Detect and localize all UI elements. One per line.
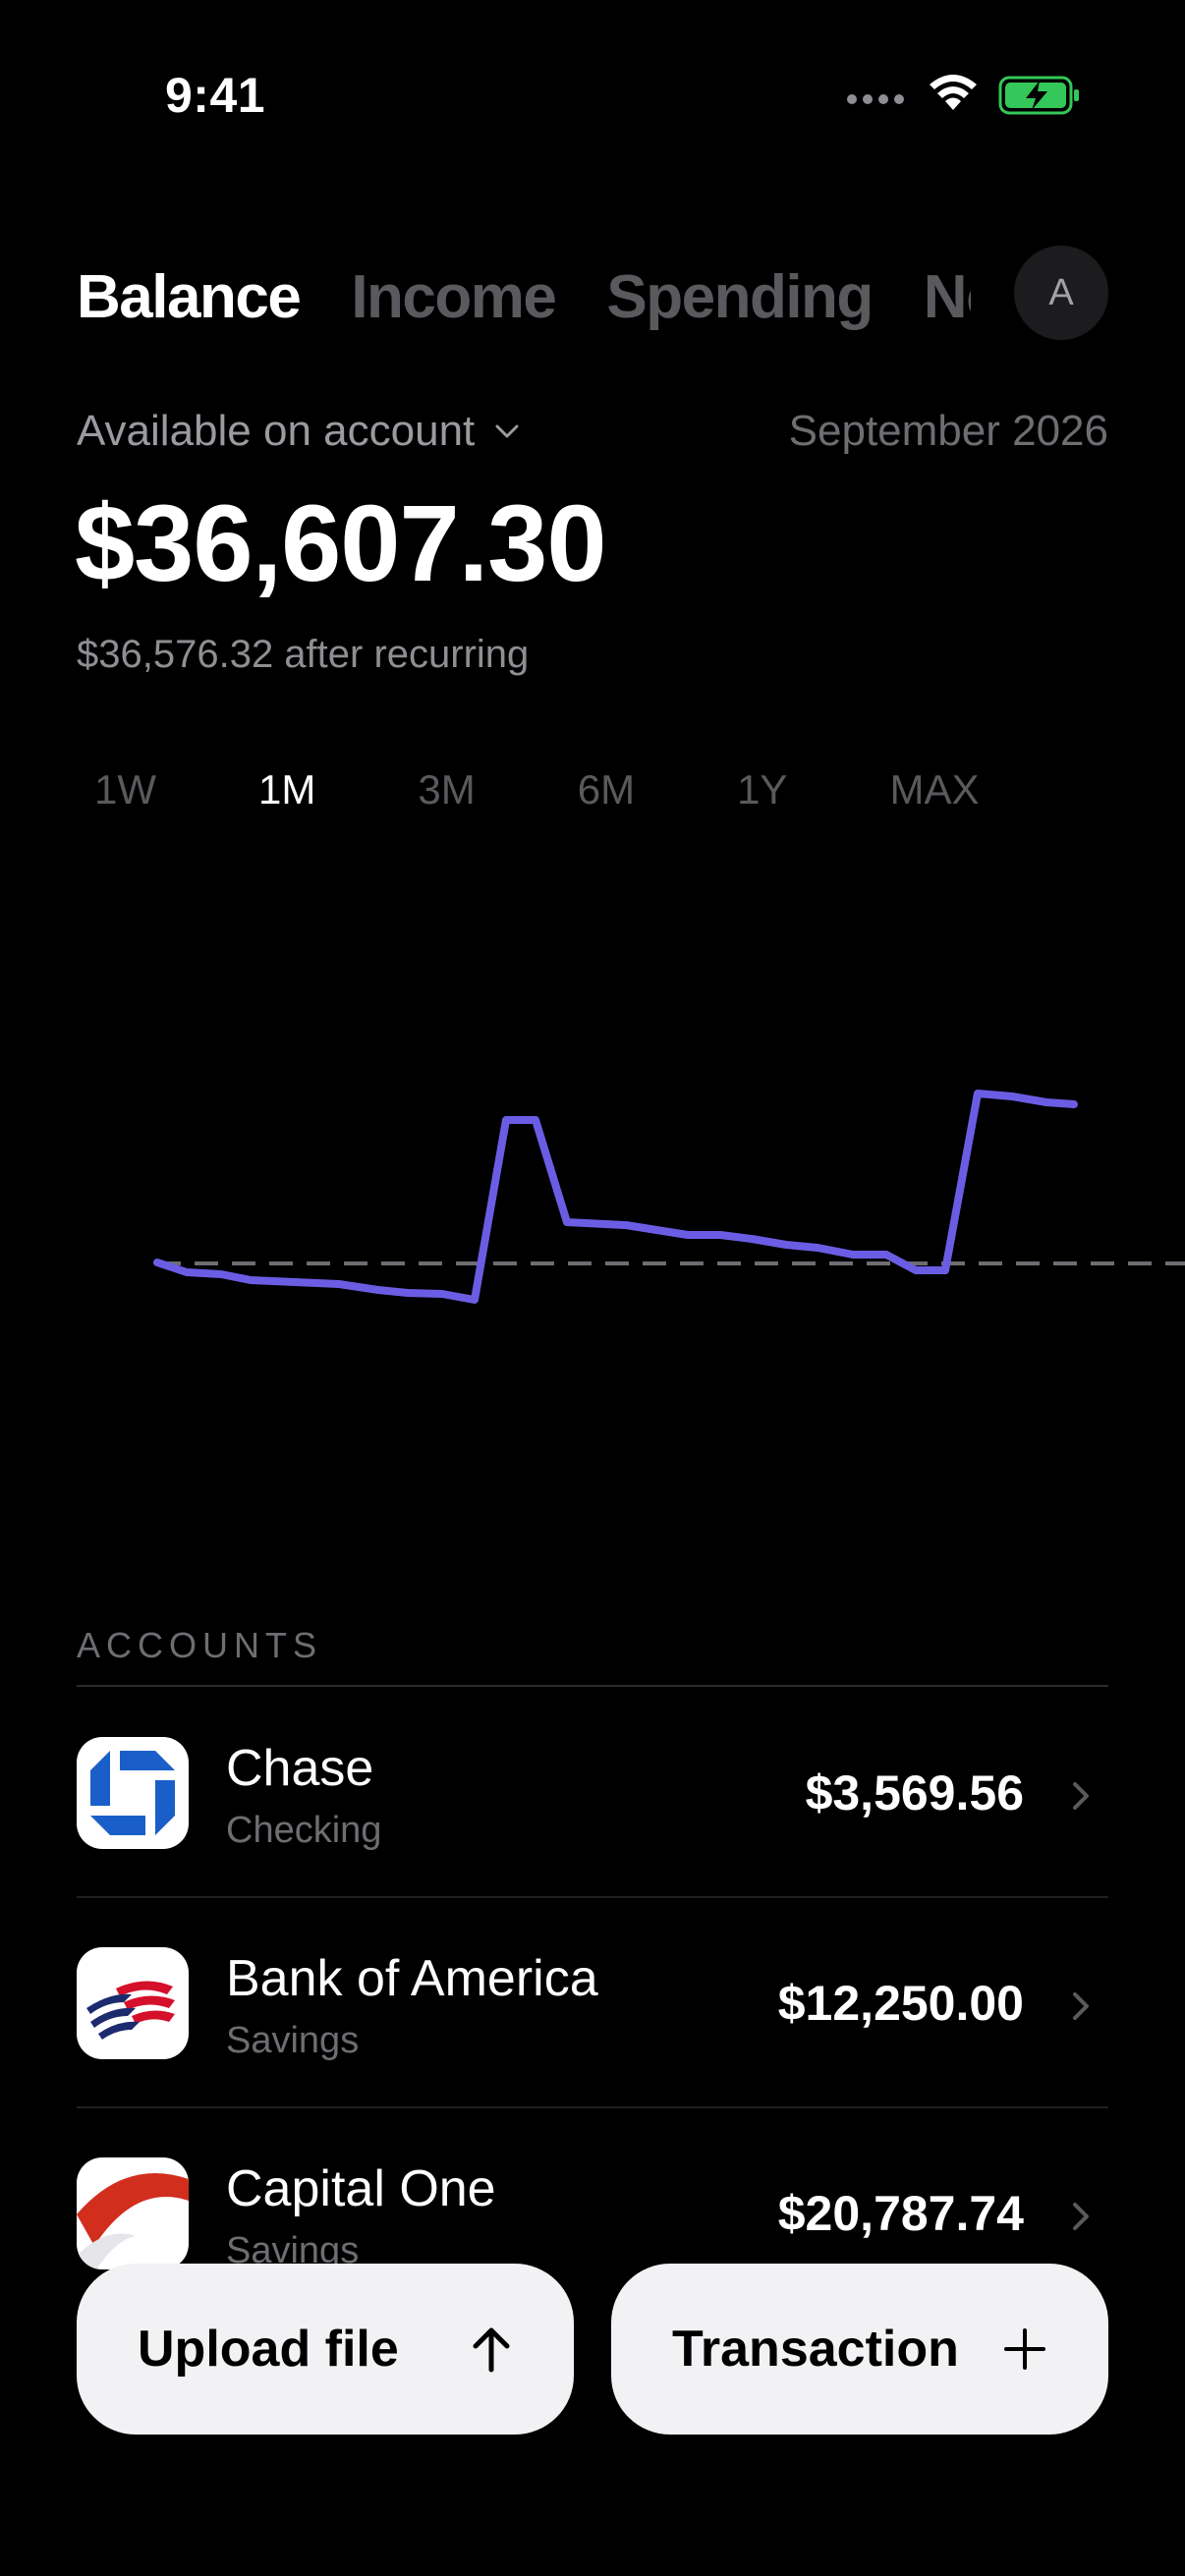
account-balance: $3,569.56 [805,1765,1024,1820]
upload-file-button[interactable]: Upload file [77,2264,574,2435]
account-name: Chase [226,1740,374,1797]
add-transaction-button[interactable]: Transaction [611,2264,1108,2435]
tab-net-worth[interactable]: Net worth [924,253,971,342]
account-type: Checking [226,1810,382,1851]
tab-spending[interactable]: Spending [606,253,874,342]
wifi-icon [930,75,977,110]
balance-source-label: Available on account [77,407,476,455]
balance-chart[interactable] [0,865,1185,1454]
chase-logo-icon [77,1737,189,1849]
arrow-up-icon [473,2327,510,2373]
chevron-down-icon [495,424,519,438]
accounts-header: ACCOUNTS [77,1625,323,1665]
account-row-bank-of-america[interactable]: Bank of America Savings $12,250.00 [77,1898,1108,2106]
cellular-signal-icon [847,94,908,106]
balance-amount: $36,607.30 [75,483,607,604]
plus-icon [1004,2328,1045,2370]
status-time: 9:41 [165,68,266,123]
account-type: Savings [226,2020,360,2061]
range-6m[interactable]: 6M [560,766,652,813]
tab-income[interactable]: Income [351,253,557,342]
tab-balance[interactable]: Balance [77,253,302,342]
chevron-right-icon [1073,1782,1089,1810]
account-balance: $20,787.74 [777,2186,1024,2241]
section-tabs: Balance Income Spending Net worth [77,253,971,342]
chevron-right-icon [1073,1992,1089,2020]
range-max[interactable]: MAX [872,766,996,813]
chevron-right-icon [1073,2203,1089,2230]
balance-source-selector[interactable]: Available on account [77,407,520,456]
account-balance: $12,250.00 [777,1976,1024,2031]
range-1y[interactable]: 1Y [719,766,805,813]
battery-charging-icon [998,76,1079,115]
bank-of-america-logo-icon [77,1947,189,2059]
upload-file-label: Upload file [138,2321,399,2378]
account-name: Bank of America [226,1950,598,2007]
range-1m[interactable]: 1M [241,766,333,813]
balance-line [153,1090,1078,1304]
balance-period: September 2026 [788,407,1108,455]
range-3m[interactable]: 3M [400,766,492,813]
range-1w[interactable]: 1W [77,766,174,813]
account-name: Capital One [226,2160,496,2217]
capital-one-logo-icon [77,2157,189,2269]
account-row-chase[interactable]: Chase Checking $3,569.56 [77,1688,1108,1896]
profile-avatar[interactable]: A [1014,246,1108,340]
range-selector: 1W 1M 3M 6M 1Y MAX [77,766,1063,813]
accounts-divider [77,1685,1108,1687]
balance-after-recurring: $36,576.32 after recurring [77,633,530,676]
add-transaction-label: Transaction [672,2321,959,2378]
